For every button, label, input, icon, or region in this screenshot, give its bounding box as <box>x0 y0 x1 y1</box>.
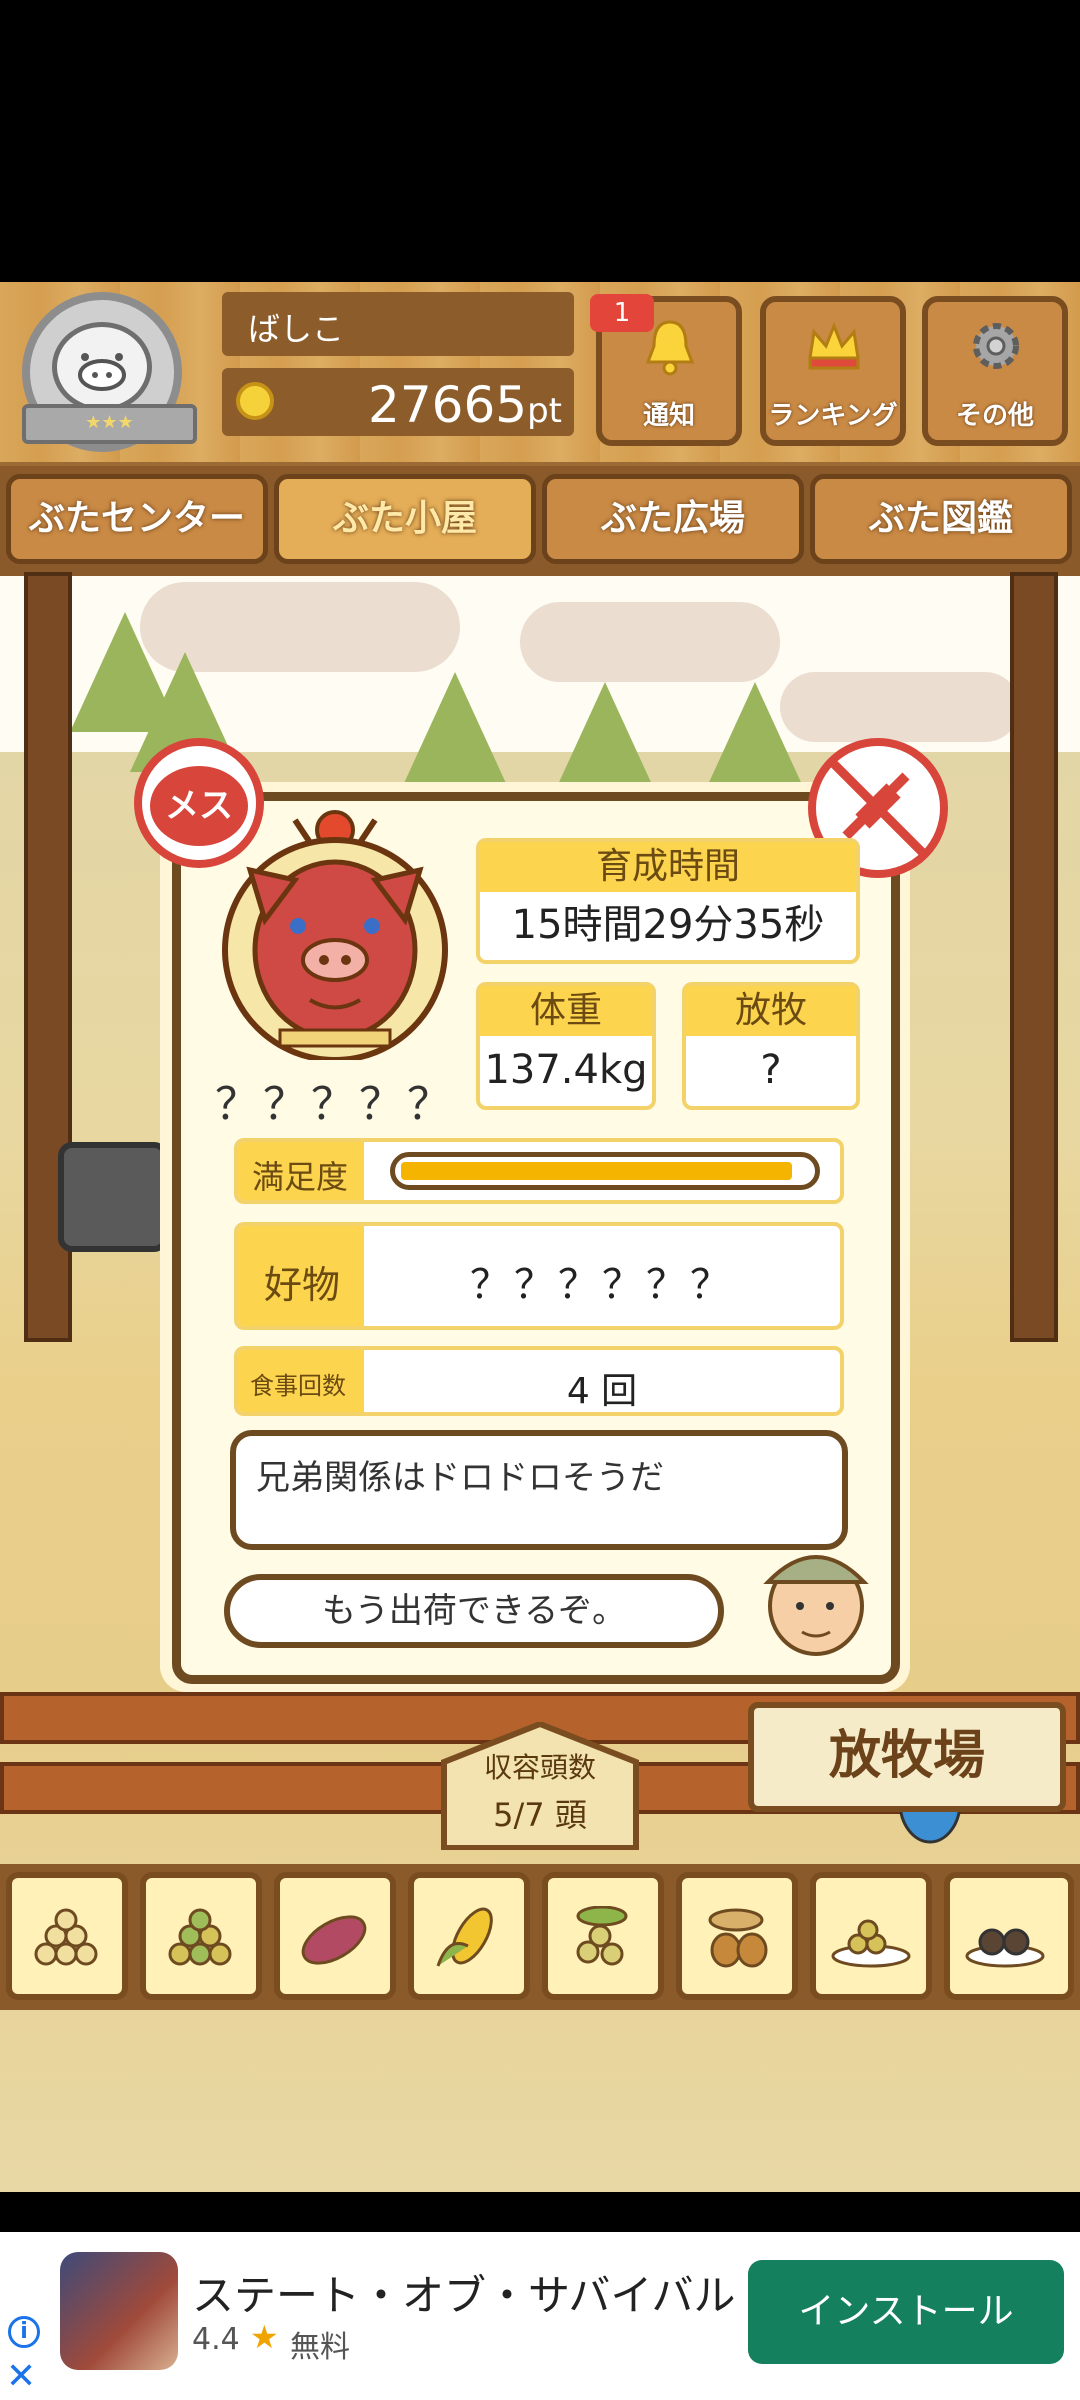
notification-badge: 1 <box>590 294 654 332</box>
points-value: 27665 <box>368 376 528 434</box>
gender-label: メス <box>150 766 248 846</box>
crown-icon <box>808 321 860 370</box>
tab-buta-plaza[interactable]: ぶた広場 <box>542 474 804 564</box>
feed-item-1[interactable] <box>6 1872 128 2000</box>
meals-row: 食事回数 4 回 <box>234 1346 844 1416</box>
weight-card: 体重 137.4kg <box>476 982 656 1110</box>
raise-time-value: 15時間29分35秒 <box>511 902 825 948</box>
mixed-grain-icon <box>168 1908 232 1966</box>
capacity-label: 収容頭数 <box>483 1751 596 1784</box>
favorite-label: 好物 <box>264 1263 341 1307</box>
star-icon: ★ <box>250 2318 279 2356</box>
bottom-spacer <box>0 2192 1080 2232</box>
satisfaction-row: 満足度 <box>234 1138 844 1204</box>
feed-item-8[interactable] <box>944 1872 1074 2000</box>
female-icon: メス <box>134 738 264 868</box>
satisfaction-label: 満足度 <box>252 1158 349 1196</box>
meals-label: 食事回数 <box>250 1372 346 1400</box>
feed-item-6[interactable] <box>676 1872 798 2000</box>
gear-icon <box>973 323 1019 369</box>
pig-comment: 兄弟関係はドロドロそうだ <box>256 1458 664 1498</box>
cloud <box>520 602 780 682</box>
farmer-icon <box>758 1532 874 1658</box>
satisfaction-fill <box>401 1162 792 1180</box>
capacity-value: 5/7 頭 <box>493 1796 587 1834</box>
meatball-plate-icon <box>965 1928 1045 1968</box>
gate-post-right <box>1010 572 1058 1342</box>
corn-icon <box>436 1907 493 1967</box>
coin-icon <box>236 382 274 420</box>
pig-portrait[interactable] <box>210 810 460 1063</box>
camera-icon[interactable] <box>58 1142 168 1252</box>
feed-item-3[interactable] <box>274 1872 396 2000</box>
install-button[interactable]: インストール <box>748 2260 1064 2364</box>
pig-comment-bubble: 兄弟関係はドロドロそうだ <box>230 1430 848 1550</box>
pig-avatar-icon <box>52 322 152 412</box>
feed-item-2[interactable] <box>140 1872 262 2000</box>
ranking-button[interactable]: ランキング <box>760 296 906 446</box>
feed-item-4[interactable] <box>408 1872 530 2000</box>
ranking-label: ランキング <box>768 401 898 431</box>
grain-plate-icon <box>831 1919 911 1968</box>
ad-rating: 4.4 <box>192 2322 240 2357</box>
other-label: その他 <box>955 401 1034 431</box>
rank-stars: ★★★ <box>22 404 197 444</box>
points-display: 27665pt <box>300 376 562 434</box>
pasture-sign-button[interactable]: 放牧場 <box>748 1702 1066 1812</box>
weight-header: 体重 <box>480 986 652 1036</box>
close-icon[interactable]: ✕ <box>6 2356 36 2397</box>
favorite-row: 好物 ？？？？？？ <box>234 1222 844 1330</box>
info-icon[interactable]: i <box>8 2316 40 2348</box>
grain-pile-icon <box>34 1908 98 1966</box>
feed-item-7[interactable] <box>810 1872 932 2000</box>
satisfaction-bar <box>390 1152 820 1190</box>
favorite-value: ？？？？？？ <box>470 1262 734 1308</box>
tab-buta-encyclopedia[interactable]: ぶた図鑑 <box>810 474 1072 564</box>
grazing-value: ? <box>760 1047 782 1093</box>
weight-value: 137.4kg <box>484 1047 648 1093</box>
ad-price: 無料 <box>290 2330 350 2365</box>
beans-icon <box>576 1906 628 1966</box>
raise-time-header: 育成時間 <box>480 842 856 892</box>
tab-buta-center[interactable]: ぶたセンター <box>6 474 268 564</box>
ad-title[interactable]: ステート・オブ・サバイバル <box>192 2262 735 2323</box>
pig-name-unknown: ？？？？？ <box>215 1079 455 1130</box>
sweet-potato-icon <box>301 1915 367 1965</box>
farmer-comment: もう出荷できるぞ。 <box>321 1591 627 1631</box>
game-area: ★★★ ばしこ 27665pt 通知 1 ランキング その他 ぶたセンター ぶた… <box>0 282 1080 2192</box>
points-unit: pt <box>527 391 562 431</box>
tree <box>400 672 510 792</box>
cloud <box>780 672 1020 742</box>
raise-time-card: 育成時間 15時間29分35秒 <box>476 838 860 964</box>
ad-app-icon[interactable] <box>60 2252 178 2370</box>
weight-label: 体重 <box>529 990 602 1031</box>
grazing-label: 放牧 <box>734 990 807 1031</box>
raise-time-label: 育成時間 <box>595 846 740 887</box>
acorn-icon <box>708 1908 768 1968</box>
status-bar-area <box>0 0 1080 282</box>
player-name: ばしこ <box>248 310 345 348</box>
notify-label: 通知 <box>642 401 695 431</box>
farmer-comment-bubble[interactable]: もう出荷できるぞ。 <box>224 1574 724 1648</box>
feed-item-5[interactable] <box>542 1872 664 2000</box>
meals-value: 4 回 <box>566 1371 638 1412</box>
grazing-card: 放牧 ? <box>682 982 860 1110</box>
other-button[interactable]: その他 <box>922 296 1068 446</box>
grazing-header: 放牧 <box>686 986 856 1036</box>
tab-buta-hut[interactable]: ぶた小屋 <box>274 474 536 564</box>
